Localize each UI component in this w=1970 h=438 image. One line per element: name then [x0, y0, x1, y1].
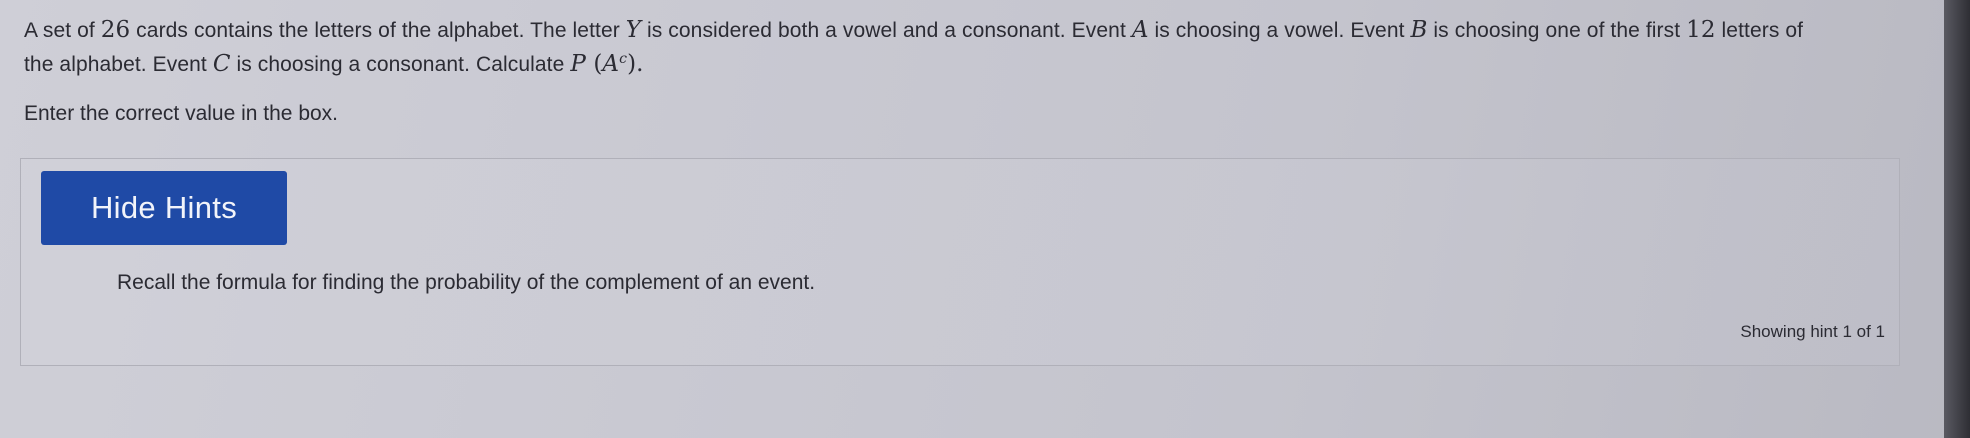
problem-text-fragment: the alphabet. Event	[24, 53, 213, 76]
problem-text-fragment: letters of	[1715, 19, 1804, 42]
problem-text-fragment: A set of	[24, 19, 101, 42]
instruction-text: Enter the correct value in the box.	[24, 102, 339, 125]
problem-text-fragment: is choosing a vowel. Event	[1148, 19, 1411, 42]
math-superscript-c: c	[619, 51, 628, 67]
problem-text-fragment: is choosing a consonant. Calculate	[230, 53, 571, 76]
math-number-26: 26	[100, 17, 131, 43]
math-expression-p-a-complement: P (Ac).	[570, 51, 644, 77]
math-variable-a: A	[1131, 17, 1149, 43]
hint-counter: Showing hint 1 of 1	[1740, 322, 1885, 341]
math-paren-open: (	[585, 51, 603, 77]
problem-statement: A set of 26 cards contains the letters o…	[24, 16, 1904, 79]
math-variable-c: C	[212, 51, 231, 77]
problem-text-fragment: is choosing one of the first	[1427, 19, 1687, 42]
screen-bezel-edge	[1944, 0, 1970, 438]
problem-line-1: A set of 26 cards contains the letters o…	[24, 16, 1904, 45]
hint-text: Recall the formula for finding the proba…	[117, 271, 816, 294]
math-variable-a: A	[602, 51, 620, 77]
math-number-12: 12	[1686, 17, 1716, 43]
math-paren-close: ).	[627, 51, 644, 77]
problem-text-fragment: cards contains the letters of the alphab…	[130, 19, 626, 42]
math-variable-b: B	[1410, 17, 1428, 43]
math-variable-y: Y	[625, 17, 642, 43]
hint-panel: Hide Hints Recall the formula for findin…	[20, 158, 1900, 366]
problem-text-fragment: is considered both a vowel and a consona…	[641, 19, 1132, 42]
problem-line-2: the alphabet. Event C is choosing a cons…	[24, 45, 1904, 79]
hide-hints-button[interactable]: Hide Hints	[41, 171, 287, 245]
math-function-p: P	[570, 51, 586, 77]
